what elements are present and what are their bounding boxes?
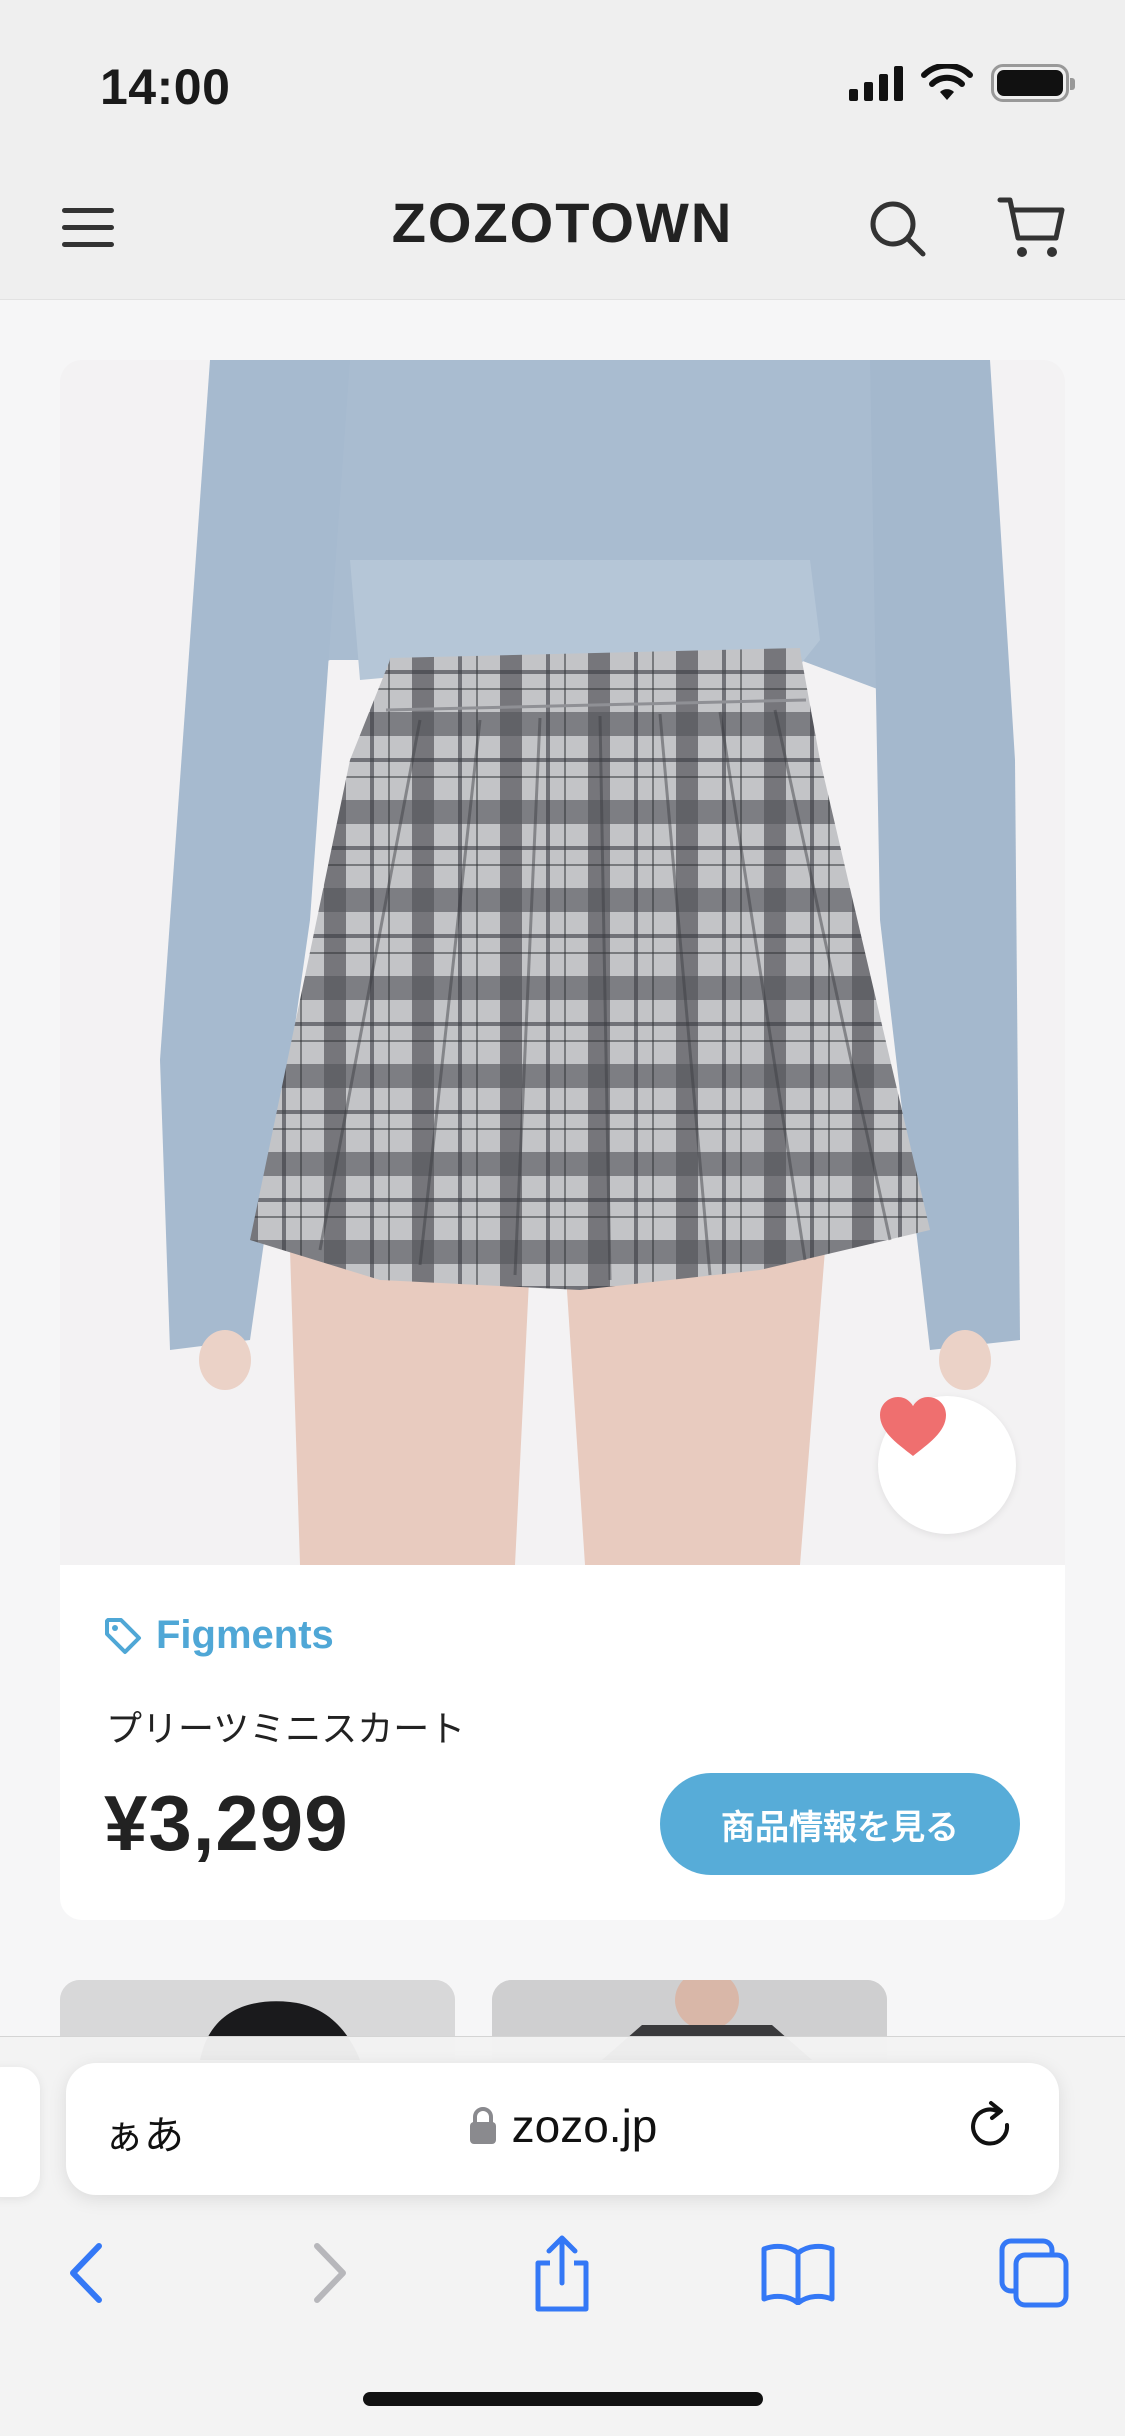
chevron-right-icon xyxy=(314,2243,346,2303)
browser-toolbar: ぁあ zozo.jp xyxy=(0,2036,1125,2436)
share-icon xyxy=(535,2235,589,2312)
back-button[interactable] xyxy=(46,2233,126,2313)
status-time: 14:00 xyxy=(100,59,231,115)
cellular-signal-icon xyxy=(849,65,903,101)
cart-button[interactable] xyxy=(996,192,1068,264)
cart-icon xyxy=(997,197,1065,257)
app-header: ZOZOTOWN xyxy=(0,160,1125,300)
reload-icon xyxy=(971,2101,1010,2146)
heart-icon xyxy=(880,1397,946,1456)
product-price: ¥3,299 xyxy=(104,1779,349,1867)
chevron-left-icon xyxy=(70,2243,102,2303)
forward-button[interactable] xyxy=(290,2233,370,2313)
view-product-button[interactable]: 商品情報を見る xyxy=(660,1773,1020,1875)
share-button[interactable] xyxy=(522,2233,602,2313)
product-photo[interactable] xyxy=(60,360,1065,1565)
reload-button[interactable] xyxy=(963,2099,1019,2155)
search-button[interactable] xyxy=(865,196,931,262)
site-logo[interactable]: ZOZOTOWN xyxy=(0,190,1125,255)
screen: 14:00 ZOZOTOWN Figments プリーツミニスカート ¥3,29… xyxy=(0,0,1125,2436)
battery-icon xyxy=(991,64,1075,102)
product-name: プリーツミニスカート xyxy=(106,1708,466,1749)
lock-icon xyxy=(469,2107,496,2144)
status-bar: 14:00 xyxy=(0,0,1125,160)
tag-icon xyxy=(105,1617,141,1654)
favorite-button[interactable] xyxy=(878,1396,1016,1534)
previous-tab-peek[interactable] xyxy=(0,2067,40,2197)
search-icon xyxy=(870,201,926,257)
bookmarks-button[interactable] xyxy=(758,2233,838,2313)
address-bar[interactable]: ぁあ zozo.jp xyxy=(66,2063,1059,2195)
product-image xyxy=(60,360,1065,1565)
tabs-icon xyxy=(999,2238,1069,2308)
book-icon xyxy=(761,2243,835,2305)
wifi-icon xyxy=(921,64,973,100)
brand-link[interactable]: Figments xyxy=(104,1613,334,1658)
product-card[interactable]: Figments プリーツミニスカート ¥3,299 商品情報を見る xyxy=(60,360,1065,1920)
brand-name: Figments xyxy=(156,1613,334,1657)
tabs-button[interactable] xyxy=(994,2233,1074,2313)
home-indicator xyxy=(363,2392,763,2406)
url-display[interactable]: zozo.jp xyxy=(66,2099,1059,2153)
url-text: zozo.jp xyxy=(511,2100,658,2152)
status-icons xyxy=(849,64,1075,102)
